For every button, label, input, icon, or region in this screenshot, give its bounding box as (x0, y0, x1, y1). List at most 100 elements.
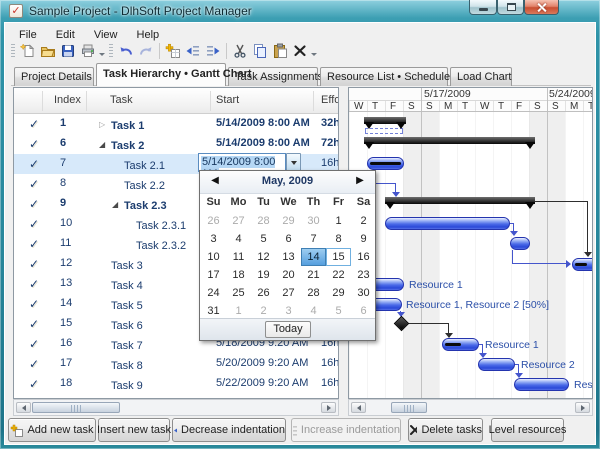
increase-indent-icon[interactable] (203, 41, 223, 61)
column-divider[interactable] (42, 91, 43, 111)
calendar-day[interactable]: 28 (301, 284, 326, 302)
task-name-cell[interactable]: Task 8 (99, 357, 143, 372)
tree-expander-icon[interactable] (112, 197, 124, 210)
save-icon[interactable] (58, 41, 78, 61)
task-name-cell[interactable]: Task 2 (99, 137, 144, 152)
calendar-day[interactable]: 26 (251, 284, 276, 302)
calendar-day[interactable]: 18 (226, 266, 251, 284)
calendar-day[interactable]: 3 (201, 230, 226, 248)
task-name-cell[interactable]: Task 2.3.2 (124, 237, 186, 252)
calendar-day[interactable]: 19 (251, 266, 276, 284)
task-start[interactable]: 5/22/2009 9:20 AM (216, 377, 308, 389)
calendar-day[interactable]: 1 (326, 212, 351, 230)
minimize-button[interactable] (469, 0, 497, 15)
tree-expander-icon[interactable] (99, 137, 111, 150)
undo-icon[interactable] (116, 41, 136, 61)
column-divider[interactable] (313, 91, 314, 111)
copy-icon[interactable] (250, 41, 270, 61)
task-name-cell[interactable]: Task 7 (99, 337, 143, 352)
delete-tasks-button[interactable]: Delete tasks (408, 418, 483, 442)
task-name-cell[interactable]: Task 1 (99, 117, 144, 132)
gantt-bar[interactable] (364, 117, 406, 129)
column-header-start[interactable]: Start (216, 94, 239, 106)
open-project-icon[interactable] (38, 41, 58, 61)
calendar-day[interactable]: 5 (251, 230, 276, 248)
column-header-index[interactable]: Index (54, 94, 81, 106)
calendar-next-icon[interactable]: ▶ (352, 175, 368, 189)
chart-horizontal-scrollbar[interactable] (348, 399, 593, 416)
calendar-day[interactable]: 27 (226, 212, 251, 230)
calendar-day[interactable]: 30 (351, 284, 376, 302)
decrease-indent-icon[interactable] (183, 41, 203, 61)
column-header-task[interactable]: Task (110, 94, 133, 106)
task-start[interactable]: 5/14/2009 8:00 AM (216, 137, 310, 149)
maximize-button[interactable] (497, 0, 524, 15)
task-name-cell[interactable]: Task 6 (99, 317, 143, 332)
calendar-day[interactable]: 20 (276, 266, 301, 284)
grid-horizontal-scrollbar[interactable] (13, 399, 339, 416)
calendar-title[interactable]: May, 2009 (200, 175, 375, 187)
task-name-cell[interactable]: Task 3 (99, 257, 143, 272)
calendar-day[interactable]: 12 (251, 248, 276, 266)
decrease-indentation-button[interactable]: Decrease indentation (172, 418, 286, 442)
task-name-cell[interactable]: Task 2.2 (112, 177, 165, 192)
toolbar-grip[interactable] (11, 44, 15, 58)
calendar-day[interactable]: 21 (301, 266, 326, 284)
task-name-cell[interactable]: Task 9 (99, 377, 143, 392)
task-name-cell[interactable]: Task 2.1 (112, 157, 165, 172)
tab-resource-list-schedule[interactable]: Resource List • Schedule Chart (320, 67, 480, 86)
redo-icon[interactable] (136, 41, 156, 61)
calendar-day[interactable]: 16 (351, 248, 376, 266)
calendar-day[interactable]: 7 (301, 230, 326, 248)
tab-project-details[interactable]: Project Details (14, 67, 94, 86)
print-options-dropdown-icon[interactable] (98, 42, 105, 60)
table-row[interactable]: 18 Task 9 5/22/2009 9:20 AM 16h (14, 374, 338, 394)
calendar-day[interactable]: 22 (326, 266, 351, 284)
task-start[interactable]: 5/20/2009 9:20 AM (216, 357, 308, 369)
gantt-bar[interactable] (510, 237, 530, 250)
column-header-effort[interactable]: Effort (321, 94, 338, 106)
table-row[interactable]: 17 Task 8 5/20/2009 9:20 AM 16h (14, 354, 338, 374)
calendar-day[interactable]: 24 (201, 284, 226, 302)
calendar-day[interactable]: 23 (351, 266, 376, 284)
cut-icon[interactable] (230, 41, 250, 61)
calendar-day[interactable]: 29 (276, 212, 301, 230)
calendar-day[interactable]: 30 (301, 212, 326, 230)
insert-new-task-button[interactable]: Insert new task (97, 418, 171, 442)
gantt-bar[interactable] (478, 358, 515, 371)
scroll-left-icon[interactable] (351, 402, 366, 413)
gantt-bar[interactable] (364, 137, 535, 149)
tab-load-chart[interactable]: Load Chart (450, 67, 512, 86)
toolbar-grip[interactable] (109, 44, 113, 58)
calendar-day[interactable]: 14 (301, 248, 326, 266)
task-effort[interactable]: 32h (321, 117, 338, 129)
calendar-day[interactable]: 2 (351, 212, 376, 230)
scroll-left-icon[interactable] (16, 402, 31, 413)
calendar-day[interactable]: 29 (326, 284, 351, 302)
gantt-bar[interactable] (514, 378, 569, 391)
paste-icon[interactable] (270, 41, 290, 61)
column-divider[interactable] (210, 91, 211, 111)
calendar-day[interactable]: 6 (276, 230, 301, 248)
calendar-day[interactable]: 17 (201, 266, 226, 284)
table-row[interactable]: 6 Task 2 5/14/2009 8:00 AM 72h (14, 134, 338, 154)
tab-task-hierarchy-gantt[interactable]: Task Hierarchy • Gantt Chart (96, 63, 252, 86)
gantt-bar[interactable] (385, 217, 510, 230)
delete-icon[interactable] (290, 41, 310, 61)
calendar-day[interactable]: 10 (201, 248, 226, 266)
task-effort[interactable]: 16h (321, 377, 338, 389)
scrollbar-thumb[interactable] (391, 402, 427, 413)
calendar-day[interactable]: 11 (226, 248, 251, 266)
task-effort[interactable]: 72h (321, 137, 338, 149)
calendar-day[interactable]: 13 (276, 248, 301, 266)
calendar-day[interactable]: 28 (251, 212, 276, 230)
scroll-right-icon[interactable] (321, 402, 336, 413)
table-row[interactable]: 1 Task 1 5/14/2009 8:00 AM 32h (14, 114, 338, 134)
task-start[interactable]: 5/14/2009 8:00 AM (216, 117, 310, 129)
scroll-right-icon[interactable] (575, 402, 590, 413)
task-name-cell[interactable]: Task 2.3 (112, 197, 167, 212)
print-icon[interactable] (78, 41, 98, 61)
add-new-task-button[interactable]: Add new task (8, 418, 96, 442)
calendar-day[interactable]: 27 (276, 284, 301, 302)
calendar-day[interactable]: 26 (201, 212, 226, 230)
